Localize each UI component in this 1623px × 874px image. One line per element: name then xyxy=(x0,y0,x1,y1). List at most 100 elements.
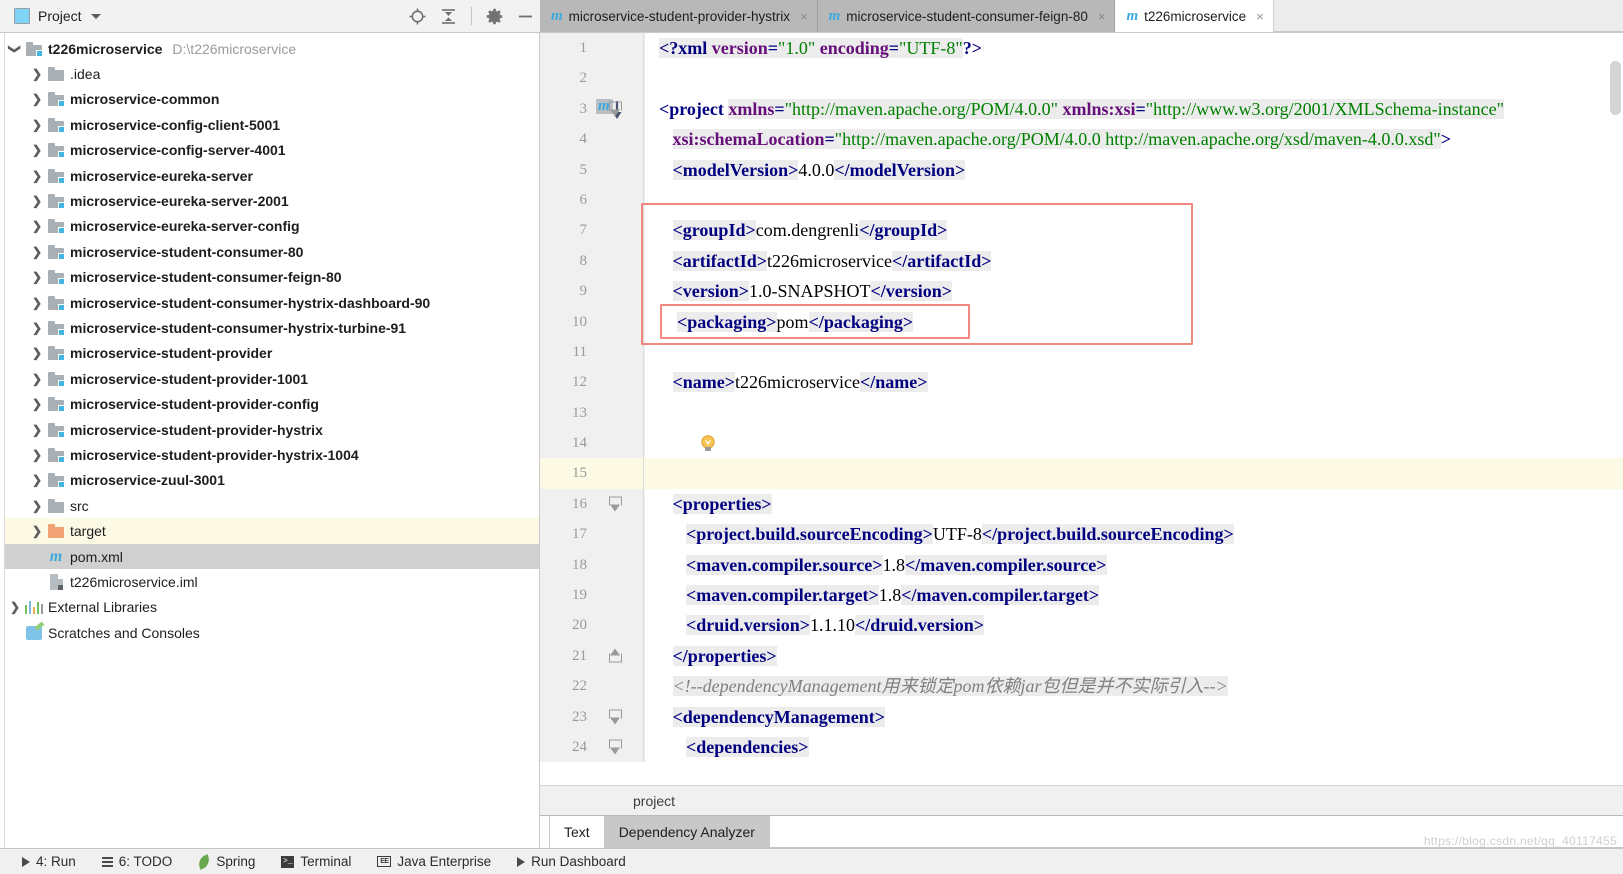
chevron-right-icon[interactable]: ❯ xyxy=(28,449,46,461)
tree-item[interactable]: ❯ microservice-config-client-5001 xyxy=(0,112,539,137)
gutter-icons[interactable] xyxy=(595,580,643,611)
gutter-icons[interactable] xyxy=(595,276,643,307)
gutter-icons[interactable] xyxy=(595,124,643,155)
close-icon[interactable]: × xyxy=(1098,9,1106,24)
chevron-right-icon[interactable]: ❯ xyxy=(28,322,46,334)
chevron-right-icon[interactable]: ❯ xyxy=(28,424,46,436)
chevron-right-icon[interactable]: ❯ xyxy=(28,271,46,283)
fold-marker-close[interactable] xyxy=(609,648,622,664)
hide-panel-icon[interactable] xyxy=(517,8,534,25)
chevron-right-icon[interactable]: ❯ xyxy=(28,398,46,410)
code-line-text[interactable]: <packaging>pom</packaging> xyxy=(645,307,1623,337)
gutter-icons[interactable] xyxy=(595,184,643,216)
tree-item[interactable]: t226microservice.iml xyxy=(0,569,539,594)
tree-item[interactable]: ❯ External Libraries xyxy=(0,595,539,620)
code-line[interactable]: 13 xyxy=(540,397,1623,429)
code-line-text[interactable]: <version>1.0-SNAPSHOT</version> xyxy=(645,276,1623,306)
chevron-right-icon[interactable]: ❯ xyxy=(28,195,46,207)
tree-item[interactable]: ❯ microservice-eureka-server-2001 xyxy=(0,188,539,213)
code-line-text[interactable]: <groupId>com.dengrenli</groupId> xyxy=(645,215,1623,245)
chevron-right-icon[interactable]: ❯ xyxy=(28,144,46,156)
tree-item[interactable]: ❯ src xyxy=(0,493,539,518)
status-item-run-dashboard[interactable]: Run Dashboard xyxy=(517,854,626,869)
code-line[interactable]: 22 <!--dependencyManagement用来锁定pom依赖jar包… xyxy=(540,671,1623,702)
code-line[interactable]: 23 <dependencyManagement> xyxy=(540,701,1623,732)
tree-item[interactable]: ❯ microservice-student-consumer-hystrix-d… xyxy=(0,290,539,315)
code-line[interactable]: 8 <artifactId>t226microservice</artifact… xyxy=(540,245,1623,277)
gutter-icons[interactable] xyxy=(595,701,643,732)
code-line[interactable]: 11 xyxy=(540,336,1623,368)
code-line[interactable]: 24 <dependencies> xyxy=(540,731,1623,763)
chevron-right-icon[interactable]: ❯ xyxy=(28,119,46,131)
gutter-icons[interactable]: m xyxy=(595,93,643,125)
code-line[interactable]: 15 xyxy=(540,458,1623,489)
tab-dependency-analyzer[interactable]: Dependency Analyzer xyxy=(604,816,770,848)
code-line-text[interactable]: <?xml version="1.0" encoding="UTF-8"?> xyxy=(645,33,1623,63)
editor-tab-active[interactable]: m t226microservice × xyxy=(1115,0,1274,32)
chevron-right-icon[interactable]: ❯ xyxy=(28,525,46,537)
tree-item[interactable]: ❯ target xyxy=(0,518,539,544)
editor-tab[interactable]: m microservice-student-consumer-feign-80… xyxy=(817,0,1116,32)
code-line[interactable]: 18 <maven.compiler.source>1.8</maven.com… xyxy=(540,549,1623,581)
code-line-text[interactable]: <maven.compiler.target>1.8</maven.compil… xyxy=(645,580,1623,610)
tree-item[interactable]: ❯ .idea xyxy=(0,61,539,86)
gutter-icons[interactable] xyxy=(595,731,643,763)
close-icon[interactable]: × xyxy=(1256,9,1264,24)
code-line[interactable]: 2 xyxy=(540,63,1623,94)
gutter-icons[interactable] xyxy=(595,397,643,429)
project-panel-title[interactable]: Project xyxy=(38,8,82,24)
tree-item[interactable]: m pom.xml xyxy=(0,543,539,570)
code-line-text[interactable]: <modelVersion>4.0.0</modelVersion> xyxy=(645,155,1623,185)
tree-item[interactable]: ❯ microservice-student-consumer-feign-80 xyxy=(0,265,539,290)
code-line[interactable]: 14 xyxy=(540,428,1623,459)
tree-item[interactable]: ❯ microservice-student-provider-hystrix xyxy=(0,417,539,442)
collapse-all-icon[interactable] xyxy=(440,8,457,25)
code-line-text[interactable]: </properties> xyxy=(645,641,1623,671)
tree-item[interactable]: Scratches and Consoles xyxy=(0,620,539,645)
tree-item[interactable]: ❯ microservice-student-provider-hystrix-1… xyxy=(0,442,539,467)
gutter-icons[interactable] xyxy=(595,610,643,641)
code-line[interactable]: 10 <packaging>pom</packaging> xyxy=(540,306,1623,337)
code-line[interactable]: 3 m <project xmlns="http://maven.apache.or… xyxy=(540,93,1623,125)
code-line-text[interactable]: <!--dependencyManagement用来锁定pom依赖jar包但是并… xyxy=(645,671,1623,701)
intention-bulb-icon[interactable] xyxy=(699,434,717,456)
code-line-text[interactable]: <project xmlns="http://maven.apache.org/… xyxy=(645,94,1623,124)
tree-item[interactable]: ❯ microservice-student-provider xyxy=(0,341,539,366)
tree-item[interactable]: ❯ microservice-student-provider-1001 xyxy=(0,366,539,391)
code-line[interactable]: 5 <modelVersion>4.0.0</modelVersion> xyxy=(540,154,1623,185)
tree-item[interactable]: ❯ microservice-student-consumer-hystrix-t… xyxy=(0,315,539,340)
code-line-text[interactable]: xsi:schemaLocation="http://maven.apache.… xyxy=(645,124,1623,154)
gutter-icons[interactable] xyxy=(595,458,643,489)
code-line-text[interactable]: <dependencies> xyxy=(645,732,1623,762)
gutter-icons[interactable] xyxy=(595,63,643,94)
code-line[interactable]: 19 <maven.compiler.target>1.8</maven.com… xyxy=(540,580,1623,611)
code-line[interactable]: 1 <?xml version="1.0" encoding="UTF-8"?> xyxy=(540,33,1623,64)
gutter-icons[interactable] xyxy=(595,549,643,581)
code-line-text[interactable]: <artifactId>t226microservice</artifactId… xyxy=(645,246,1623,276)
tree-item[interactable]: ❯ microservice-student-provider-config xyxy=(0,391,539,416)
code-line[interactable]: 7 <groupId>com.dengrenli</groupId> xyxy=(540,215,1623,246)
status-item-spring[interactable]: Spring xyxy=(196,853,255,870)
code-line[interactable]: 17 <project.build.sourceEncoding>UTF-8</… xyxy=(540,519,1623,550)
fold-marker-open[interactable] xyxy=(609,709,622,725)
code-area[interactable]: 1 <?xml version="1.0" encoding="UTF-8"?> 2… xyxy=(540,33,1623,785)
code-line-text[interactable]: <druid.version>1.1.10</druid.version> xyxy=(645,610,1623,640)
chevron-right-icon[interactable]: ❯ xyxy=(28,373,46,385)
tree-item[interactable]: ❯ microservice-config-server-4001 xyxy=(0,138,539,163)
gutter-icons[interactable] xyxy=(595,519,643,550)
gear-icon[interactable] xyxy=(486,8,503,25)
gutter-icons[interactable] xyxy=(595,428,715,459)
breadcrumb[interactable]: project xyxy=(540,785,1623,815)
code-line[interactable]: 9 <version>1.0-SNAPSHOT</version> xyxy=(540,276,1623,307)
status-item-todo[interactable]: 6: TODO xyxy=(101,854,172,869)
gutter-icons[interactable] xyxy=(595,488,643,520)
gutter-icons[interactable] xyxy=(595,671,643,702)
tree-item[interactable]: ❯ microservice-eureka-server-config xyxy=(0,214,539,239)
tree-item[interactable]: ❯ microservice-student-consumer-80 xyxy=(0,239,539,264)
code-line-text[interactable]: <maven.compiler.source>1.8</maven.compil… xyxy=(645,550,1623,580)
code-line-text[interactable]: <properties> xyxy=(645,489,1623,519)
gutter-icons[interactable] xyxy=(595,367,643,398)
project-tree[interactable]: ❯ t226microservice D:\t226microservice ❯ .id… xyxy=(0,33,540,848)
chevron-right-icon[interactable]: ❯ xyxy=(28,297,46,309)
tab-text[interactable]: Text xyxy=(549,816,605,848)
